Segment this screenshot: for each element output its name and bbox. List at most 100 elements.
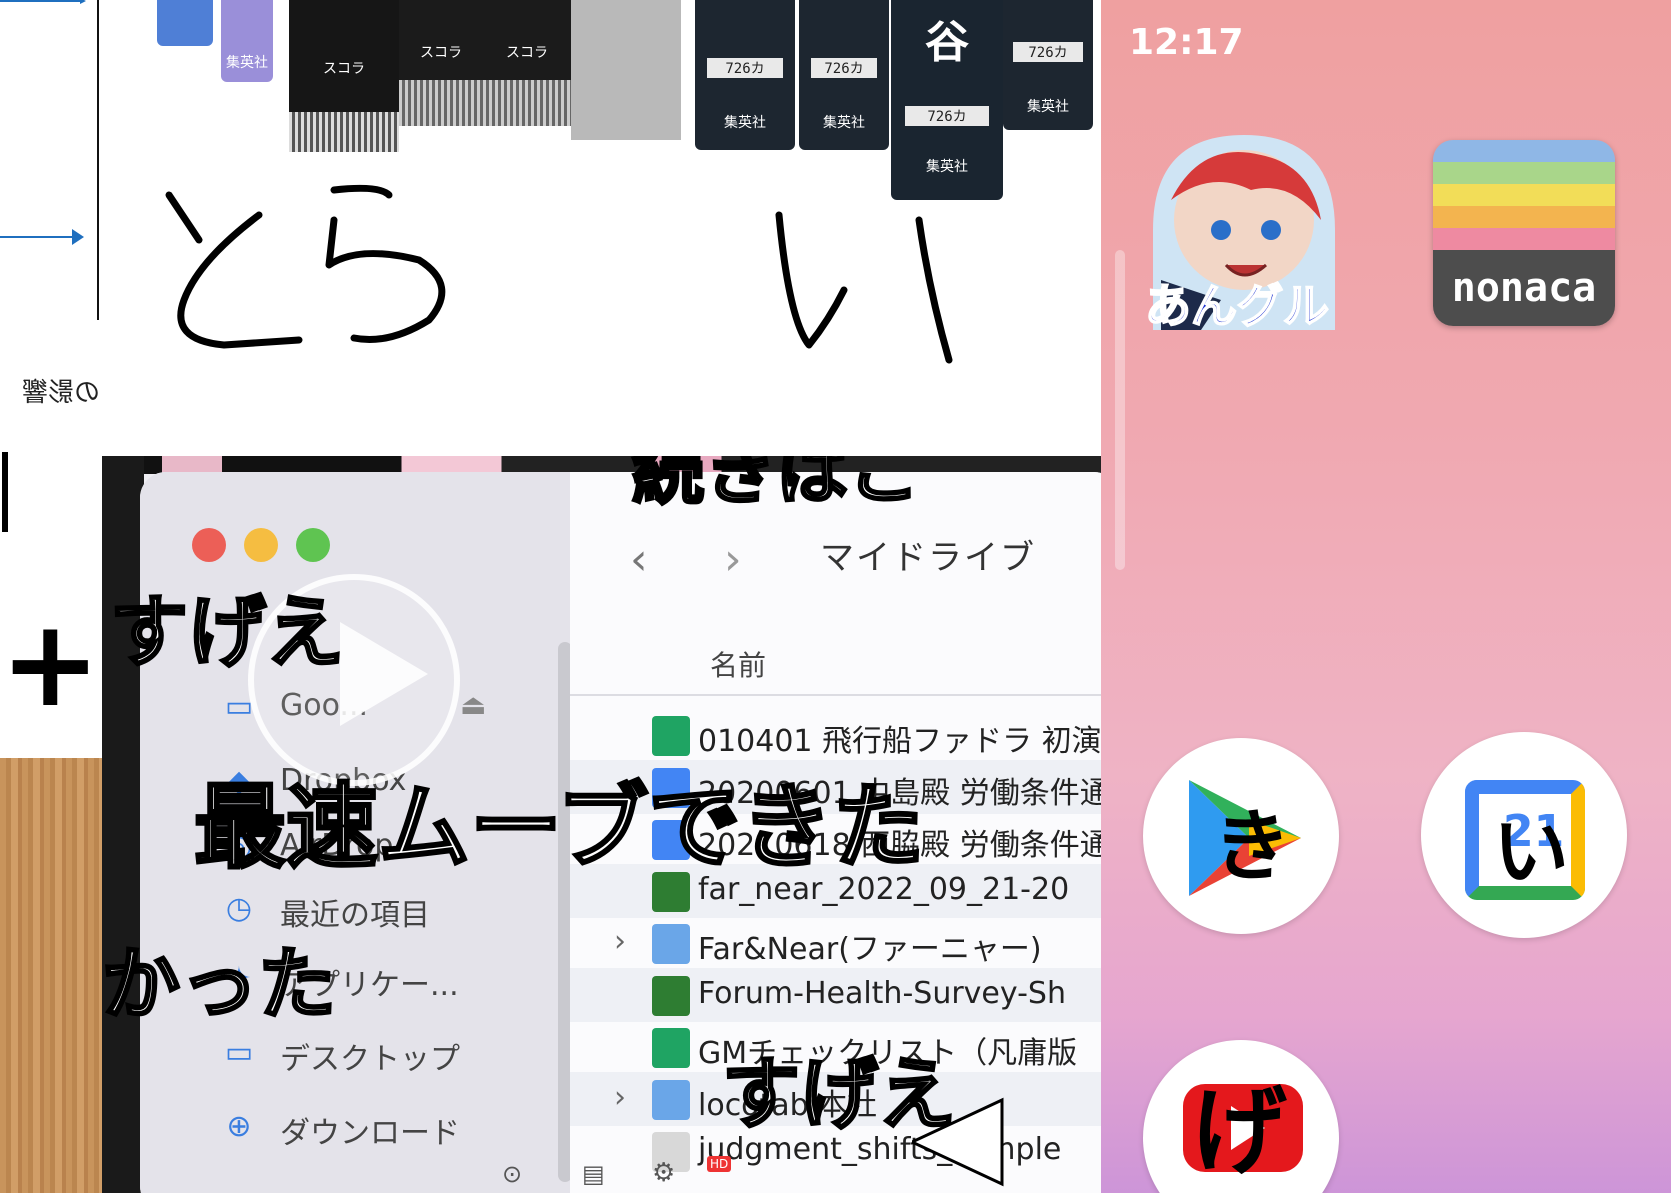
stroke-to-1	[165, 191, 203, 244]
book-spine: スコラ	[483, 0, 571, 126]
sidebar-item-desktop[interactable]: ▭ デスクトップ	[210, 1028, 570, 1078]
sidebar-item-recents[interactable]: ◷ 最近の項目	[210, 884, 570, 934]
book-label: 集英社	[823, 115, 865, 131]
eject-icon[interactable]: ⏏	[460, 688, 486, 721]
book-label: スコラ	[506, 45, 548, 61]
chevron-right-icon[interactable]: ›	[614, 924, 626, 959]
forward-button[interactable]: ›	[724, 534, 742, 585]
book-spine: 集英社	[221, 0, 273, 82]
mirrored-text: の影響	[21, 378, 100, 408]
folder-icon	[652, 1080, 690, 1120]
file-name: 010401 飛行船ファドラ 初演	[698, 724, 1101, 759]
nonaca-app-icon[interactable]: nonaca	[1433, 140, 1615, 326]
anguru-app-icon[interactable]: あんグル	[1141, 130, 1347, 336]
youtube-app-icon[interactable]: げ	[1143, 1040, 1343, 1193]
app-label-overlay: げ	[1191, 1076, 1287, 1188]
book-label: 集英社	[1027, 99, 1069, 115]
left-strip: の影響 +	[0, 0, 102, 1193]
caption-top: 続きはこ	[630, 456, 921, 514]
stripe	[1433, 206, 1615, 228]
column-header-name[interactable]: 名前	[710, 644, 766, 684]
video-player[interactable]: ▭ Goo... ⏏ ◆ Dropbox ◎ AirDrop ◷ 最近の項目 ✦…	[102, 456, 1101, 1193]
book-label: 集英社	[724, 115, 766, 131]
toggle-icon[interactable]: ⊙	[502, 1160, 522, 1188]
video-left-edge	[102, 456, 144, 1193]
book-spine	[157, 0, 213, 46]
stroke-i-2	[915, 216, 953, 364]
shelf-gap	[571, 0, 681, 140]
video-controls[interactable]: ⊙ ▤ ⚙	[502, 1156, 1101, 1193]
handwriting-drawing	[165, 184, 953, 364]
book-pages	[399, 80, 483, 126]
desktop-icon: ▭	[224, 1035, 254, 1070]
hd-badge: HD	[707, 1156, 732, 1172]
chevron-right-icon[interactable]: ›	[614, 1080, 626, 1115]
book-title: 谷	[925, 17, 969, 68]
captions-icon[interactable]: ▤	[582, 1160, 605, 1188]
back-button[interactable]: ‹	[630, 534, 648, 585]
sidebar-item-label: デスクトップ	[280, 1042, 460, 1077]
book-label: 726カ	[811, 58, 877, 78]
sidebar-item-label: ダウンロード	[280, 1116, 460, 1151]
sidebar-item-label: 最近の項目	[280, 898, 430, 933]
clock-icon: ◷	[225, 891, 253, 926]
book-pages	[289, 112, 399, 152]
minimize-button[interactable]	[244, 528, 278, 562]
settings-gear-icon[interactable]: ⚙	[652, 1158, 675, 1188]
book-spine: スコラ	[399, 0, 483, 126]
close-button[interactable]	[192, 528, 226, 562]
book-label: 集英社	[226, 55, 268, 71]
book-label: スコラ	[323, 61, 365, 77]
book-label: スコラ	[420, 45, 462, 61]
app-label-overlay: あんグル	[1144, 278, 1330, 334]
sheets-icon	[652, 716, 690, 756]
file-row[interactable]: › Far&Near(ファーニャー)	[570, 916, 1101, 970]
stripe	[1433, 140, 1615, 162]
app-label-overlay: nonaca	[1433, 250, 1615, 326]
stripe	[1433, 184, 1615, 206]
play-store-app-icon[interactable]: き	[1143, 738, 1343, 938]
wood-texture	[0, 758, 102, 1193]
sidebar-item-downloads[interactable]: ⊕ ダウンロード	[210, 1102, 570, 1152]
folder-icon	[652, 924, 690, 964]
download-icon: ⊕	[226, 1109, 252, 1144]
calendar-app-icon[interactable]: 21 い	[1421, 732, 1627, 938]
book-label: 726カ	[707, 58, 783, 78]
status-time: 12:17	[1129, 22, 1244, 63]
app-label-overlay: い	[1493, 807, 1569, 896]
arrow-line	[0, 236, 78, 238]
phone-home-screen: 12:17 あんグル nonaca き 21 い げ	[1101, 0, 1671, 1193]
caption-sugee-1: すげえ	[108, 588, 345, 678]
plus-icon: +	[0, 595, 101, 734]
phone-scrollbar[interactable]	[1115, 250, 1125, 570]
header-divider	[570, 694, 1101, 696]
sheets-icon	[652, 1028, 690, 1068]
file-name: Far&Near(ファーニャー)	[698, 932, 1042, 967]
book-label: 726カ	[1013, 42, 1083, 62]
play-icon	[340, 622, 428, 726]
file-row[interactable]: 010401 飛行船ファドラ 初演	[570, 708, 1101, 762]
caption-katta: かった	[102, 940, 338, 1030]
book-spine: 726カ 集英社	[1003, 0, 1093, 130]
arrow-top	[0, 0, 86, 4]
book-spine: 726カ 集英社	[695, 0, 795, 150]
stripe	[1433, 162, 1615, 184]
book-pages	[483, 80, 571, 126]
stroke-ra-1	[330, 184, 393, 199]
bracket-mark	[0, 452, 8, 532]
book-spine: スコラ	[289, 0, 399, 152]
file-row[interactable]: Forum-Health-Survey-Sh	[570, 968, 1101, 1022]
book-label: 726カ	[905, 106, 989, 126]
stroke-ra-2	[325, 216, 446, 344]
book-spine: 726カ 集英社	[799, 0, 889, 150]
arrow-head-icon	[72, 229, 84, 245]
top-image-panel: 集英社 スコラ スコラ スコラ 726カ 集英社 726カ 集英社 谷 726カ…	[99, 0, 1101, 456]
zoom-button[interactable]	[296, 528, 330, 562]
excel-icon	[652, 976, 690, 1016]
file-name: Forum-Health-Survey-Sh	[698, 976, 1066, 1011]
stripe	[1433, 228, 1615, 250]
folder-title: マイドライブ	[820, 538, 1036, 578]
stroke-i-1	[775, 211, 848, 349]
caption-main: 最速ムーブできた	[192, 774, 925, 881]
app-label-overlay: き	[1213, 802, 1292, 892]
